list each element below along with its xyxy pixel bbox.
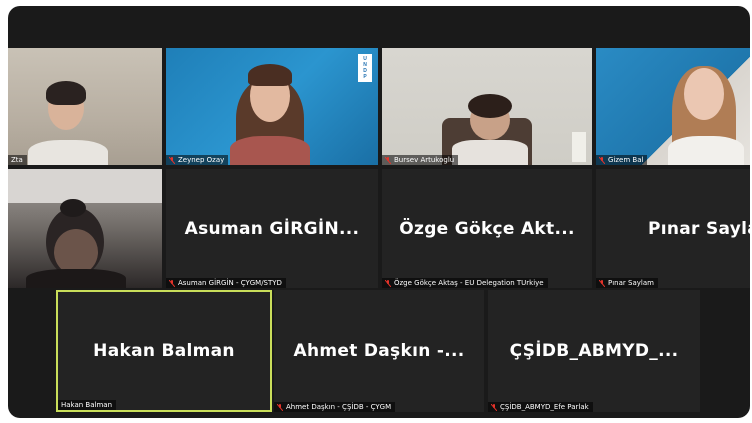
participant-name-label: Bursev Artukoglu	[382, 155, 459, 165]
participant-tile[interactable]: Özge Gökçe Akt... Özge Gökçe Aktaş - EU …	[382, 169, 592, 288]
participant-display-name: Özge Gökçe Akt...	[399, 218, 575, 239]
participant-tile[interactable]: Ahmet Daşkın -... Ahmet Daşkın - ÇŞİDB -…	[274, 290, 484, 412]
participant-display-name: Ahmet Daşkın -...	[293, 341, 465, 361]
participant-video	[596, 48, 750, 165]
participant-tile[interactable]: Bursev Artukoglu	[382, 48, 592, 165]
participant-tile[interactable]: Asuman GİRGİN... Asuman GİRGİN - ÇYGM/ST…	[166, 169, 378, 288]
participant-tile-active-speaker[interactable]: Hakan Balman Hakan Balman	[56, 290, 272, 412]
participant-video	[8, 48, 162, 165]
mic-muted-icon	[385, 279, 391, 287]
undp-logo: UNDP	[358, 54, 372, 82]
participant-tile[interactable]	[8, 169, 162, 288]
participant-display-name: Asuman GİRGİN...	[184, 218, 360, 239]
participant-name-label: Zeynep Ozay	[166, 155, 229, 165]
mic-muted-icon	[599, 156, 605, 164]
participant-name-label: Hakan Balman	[58, 400, 117, 410]
participant-name-label: Özge Gökçe Aktaş - EU Delegation TUrkiye	[382, 278, 548, 288]
participant-tile[interactable]: ÇŞİDB_ABMYD_... ÇŞİDB_ABMYD_Efe Parlak	[488, 290, 700, 412]
participant-display-name: Hakan Balman	[93, 341, 235, 361]
mic-muted-icon	[169, 156, 175, 164]
mic-muted-icon	[491, 403, 497, 411]
participant-tile[interactable]: Gizem Bal	[596, 48, 750, 165]
mic-muted-icon	[169, 279, 175, 287]
participant-name-label: Asuman GİRGİN - ÇYGM/STYD	[166, 278, 286, 288]
participant-name-label: ÇŞİDB_ABMYD_Efe Parlak	[488, 402, 593, 412]
participant-name-label: Pınar Saylam	[596, 278, 658, 288]
mic-muted-icon	[599, 279, 605, 287]
participant-video: UNDP	[166, 48, 378, 165]
participant-name-label: Gizem Bal	[596, 155, 648, 165]
participant-tile[interactable]: UNDP Zeynep Ozay	[166, 48, 378, 165]
participant-video	[382, 48, 592, 165]
meeting-window: Zta UNDP Zeynep Ozay Bursev Artukoglu Gi…	[8, 6, 750, 418]
participant-name-label: Zta	[8, 155, 27, 165]
participant-name-label: Ahmet Daşkın - ÇŞİDB - ÇYGM	[274, 402, 396, 412]
participant-tile[interactable]: Zta	[8, 48, 162, 165]
participant-video	[8, 169, 162, 288]
participant-tile[interactable]: Pınar Saylam Pınar Saylam	[596, 169, 750, 288]
participant-display-name: Pınar Saylam	[648, 218, 750, 239]
mic-muted-icon	[385, 156, 391, 164]
participant-display-name: ÇŞİDB_ABMYD_...	[509, 341, 679, 361]
mic-muted-icon	[277, 403, 283, 411]
